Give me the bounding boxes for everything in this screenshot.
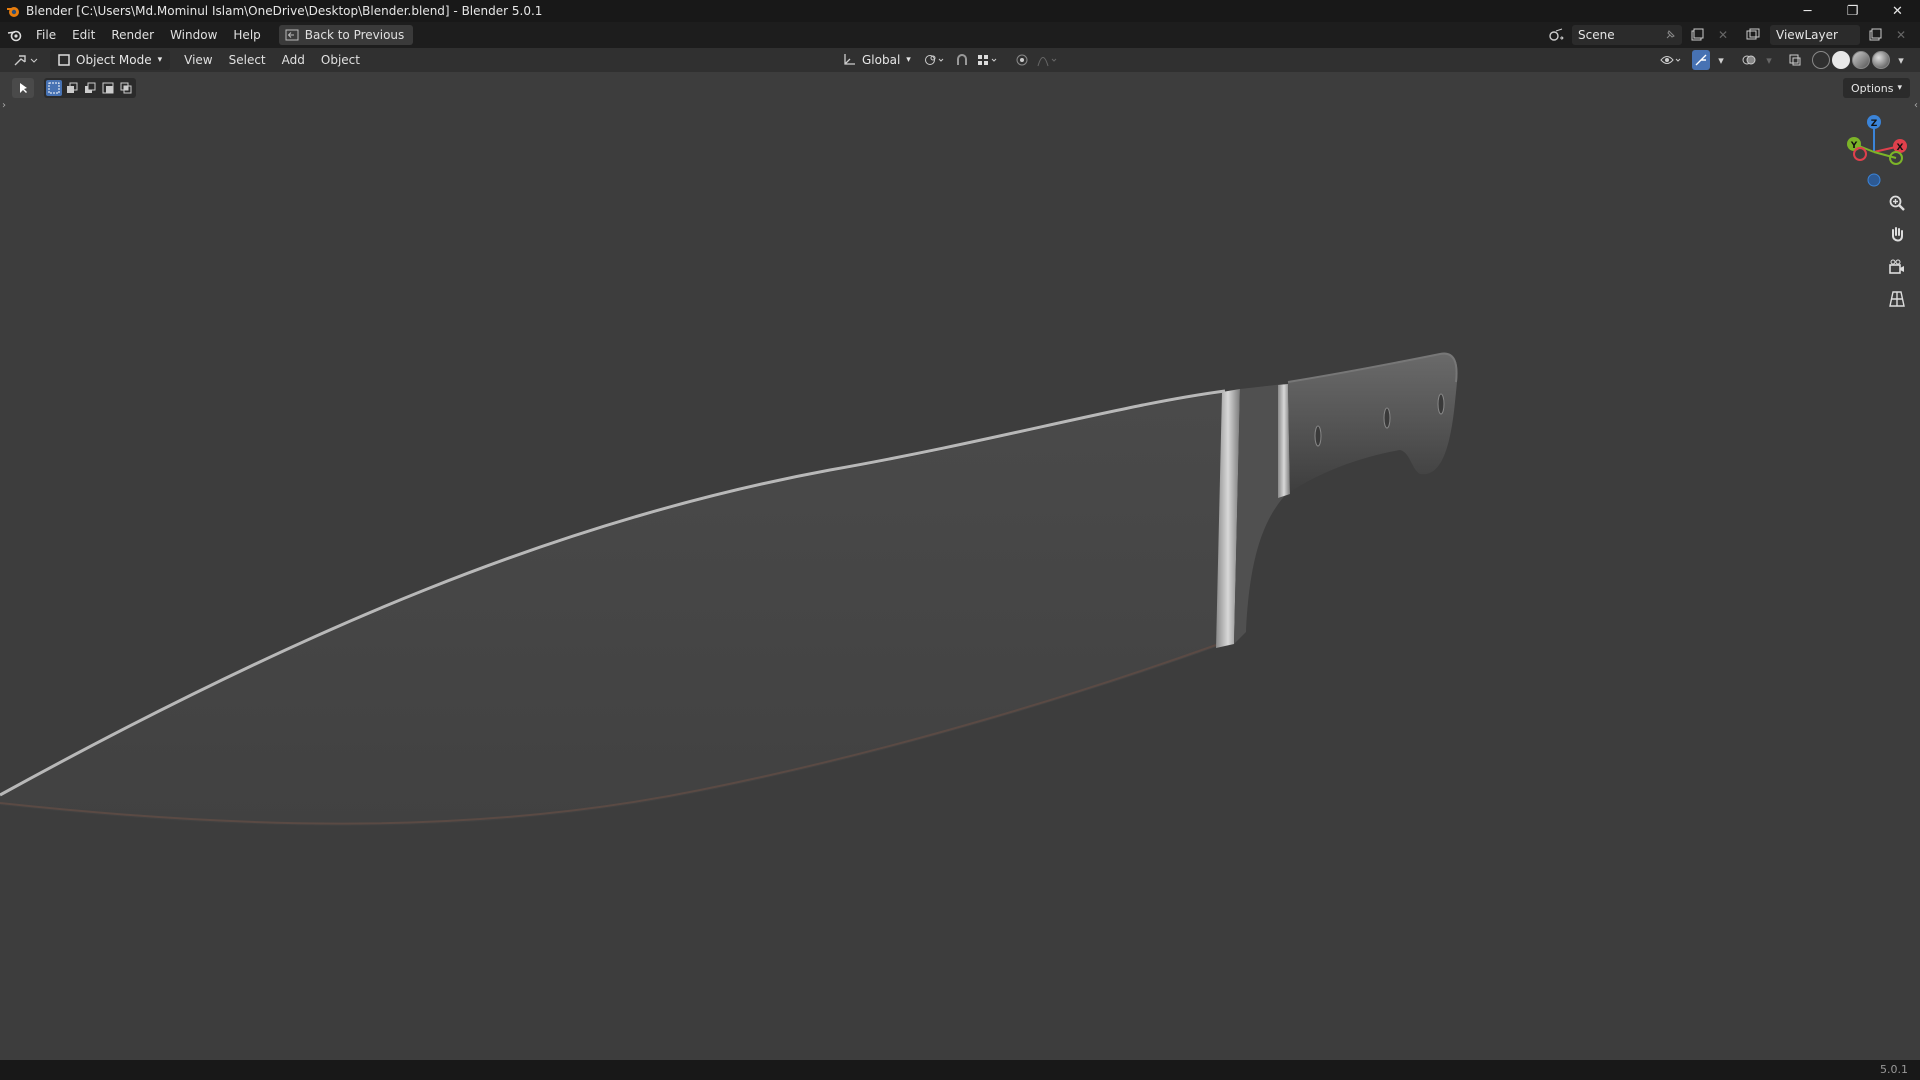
select-tool-button[interactable] [12, 78, 34, 98]
new-scene-icon[interactable] [1686, 25, 1708, 45]
overlays-toggle-icon[interactable] [1740, 50, 1758, 70]
back-to-previous-button[interactable]: Back to Previous [278, 25, 414, 45]
delete-viewlayer-icon[interactable]: ✕ [1890, 25, 1912, 45]
snap-toggle-icon[interactable] [953, 50, 971, 70]
knife-rivet [1437, 393, 1445, 415]
chevron-down-icon: ▾ [906, 55, 911, 65]
menu-window[interactable]: Window [162, 24, 225, 46]
statusbar: 5.0.1 [0, 1060, 1920, 1080]
toolbar-expand-arrow[interactable]: › [2, 100, 6, 111]
select-intersect-icon[interactable] [118, 80, 134, 96]
scene-browse-icon[interactable] [1546, 25, 1568, 45]
chevron-down-icon: ▾ [1897, 83, 1902, 93]
object-mode-label: Object Mode [76, 53, 152, 67]
viewport-header: Object Mode ▾ View Select Add Object Glo… [0, 48, 1920, 72]
knife-guard [1278, 384, 1290, 498]
rendered-shading-icon[interactable] [1872, 50, 1890, 70]
pan-hand-icon[interactable] [1884, 222, 1910, 248]
navigation-gizmo[interactable]: Z X Y [1840, 108, 1910, 188]
select-invert-icon[interactable] [100, 80, 116, 96]
selection-mode-group [44, 78, 136, 98]
gizmo-toggle-icon[interactable] [1692, 50, 1710, 70]
pin-icon[interactable] [1664, 29, 1676, 41]
menu-help[interactable]: Help [225, 24, 268, 46]
object-mode-dropdown[interactable]: Object Mode ▾ [50, 50, 171, 70]
blender-app-icon [7, 7, 19, 17]
header-menu-select[interactable]: Select [221, 53, 274, 67]
proportional-editing-icon[interactable] [1013, 50, 1031, 70]
select-extend-icon[interactable] [64, 80, 80, 96]
viewlayer-name: ViewLayer [1776, 28, 1838, 42]
delete-scene-icon[interactable]: ✕ [1712, 25, 1734, 45]
editor-type-icon[interactable] [6, 50, 46, 70]
transform-orientation-label: Global [862, 53, 901, 67]
viewlayer-browse-icon[interactable] [1744, 25, 1766, 45]
close-button[interactable]: ✕ [1875, 0, 1920, 22]
window-titlebar: Blender [C:\Users\Md.Mominul Islam\OneDr… [0, 0, 1920, 22]
knife-rivet [1383, 407, 1391, 429]
axis-icon [844, 54, 855, 65]
material-shading-icon[interactable] [1852, 50, 1870, 70]
minimize-button[interactable]: ─ [1785, 0, 1830, 22]
sidebar-expand-arrow[interactable]: ‹ [1914, 100, 1918, 111]
camera-view-icon[interactable] [1884, 254, 1910, 280]
gizmo-neg-z-axis [1867, 173, 1881, 187]
back-to-previous-label: Back to Previous [304, 28, 405, 42]
header-menu-object[interactable]: Object [313, 53, 368, 67]
viewlayer-field[interactable]: ViewLayer [1770, 25, 1860, 45]
overlays-dropdown-icon[interactable]: ▾ [1760, 50, 1778, 70]
cursor-icon [20, 83, 27, 93]
gizmo-neg-x-axis [1853, 147, 1867, 161]
knife-blade [0, 393, 1225, 826]
gizmo-dropdown-icon[interactable]: ▾ [1712, 50, 1730, 70]
knife-handle [1288, 353, 1458, 492]
perspective-toggle-icon[interactable] [1884, 286, 1910, 312]
zoom-icon[interactable] [1884, 190, 1910, 216]
back-icon [285, 29, 299, 41]
menu-render[interactable]: Render [103, 24, 162, 46]
xray-toggle-icon[interactable] [1786, 50, 1804, 70]
shading-dropdown-icon[interactable]: ▾ [1892, 50, 1910, 70]
chevron-down-icon: ▾ [157, 55, 163, 65]
menu-edit[interactable]: Edit [64, 24, 103, 46]
maximize-button[interactable]: ❐ [1830, 0, 1875, 22]
version-label: 5.0.1 [1880, 1063, 1908, 1076]
gizmo-z-label: Z [1871, 119, 1878, 129]
menu-file[interactable]: File [28, 24, 64, 46]
scene-name: Scene [1578, 28, 1615, 42]
transform-orientation-dropdown[interactable]: Global ▾ [836, 50, 917, 70]
scene-field[interactable]: Scene [1572, 25, 1682, 45]
visibility-icon[interactable] [1658, 50, 1686, 70]
select-subtract-icon[interactable] [82, 80, 98, 96]
options-label: Options [1851, 81, 1894, 95]
options-dropdown[interactable]: Options ▾ [1843, 78, 1910, 98]
proportional-falloff-icon[interactable] [1035, 50, 1061, 70]
header-menu-view[interactable]: View [176, 53, 220, 67]
wireframe-shading-icon[interactable] [1812, 50, 1830, 70]
pivot-point-icon[interactable] [921, 50, 949, 70]
object-mode-icon [58, 54, 70, 66]
3d-viewport[interactable]: › ‹ Options ▾ Z X Y [0, 72, 1920, 1060]
knife-rivet [1314, 425, 1322, 447]
window-title: Blender [C:\Users\Md.Mominul Islam\OneDr… [26, 4, 543, 18]
snap-increment-icon[interactable] [975, 50, 1001, 70]
blender-menu-icon[interactable] [2, 22, 28, 48]
select-new-icon[interactable] [46, 80, 62, 96]
solid-shading-icon[interactable] [1832, 50, 1850, 70]
topbar: File Edit Render Window Help Back to Pre… [0, 22, 1920, 48]
header-menu-add[interactable]: Add [274, 53, 313, 67]
new-viewlayer-icon[interactable] [1864, 25, 1886, 45]
knife-mesh[interactable] [0, 72, 1920, 1060]
